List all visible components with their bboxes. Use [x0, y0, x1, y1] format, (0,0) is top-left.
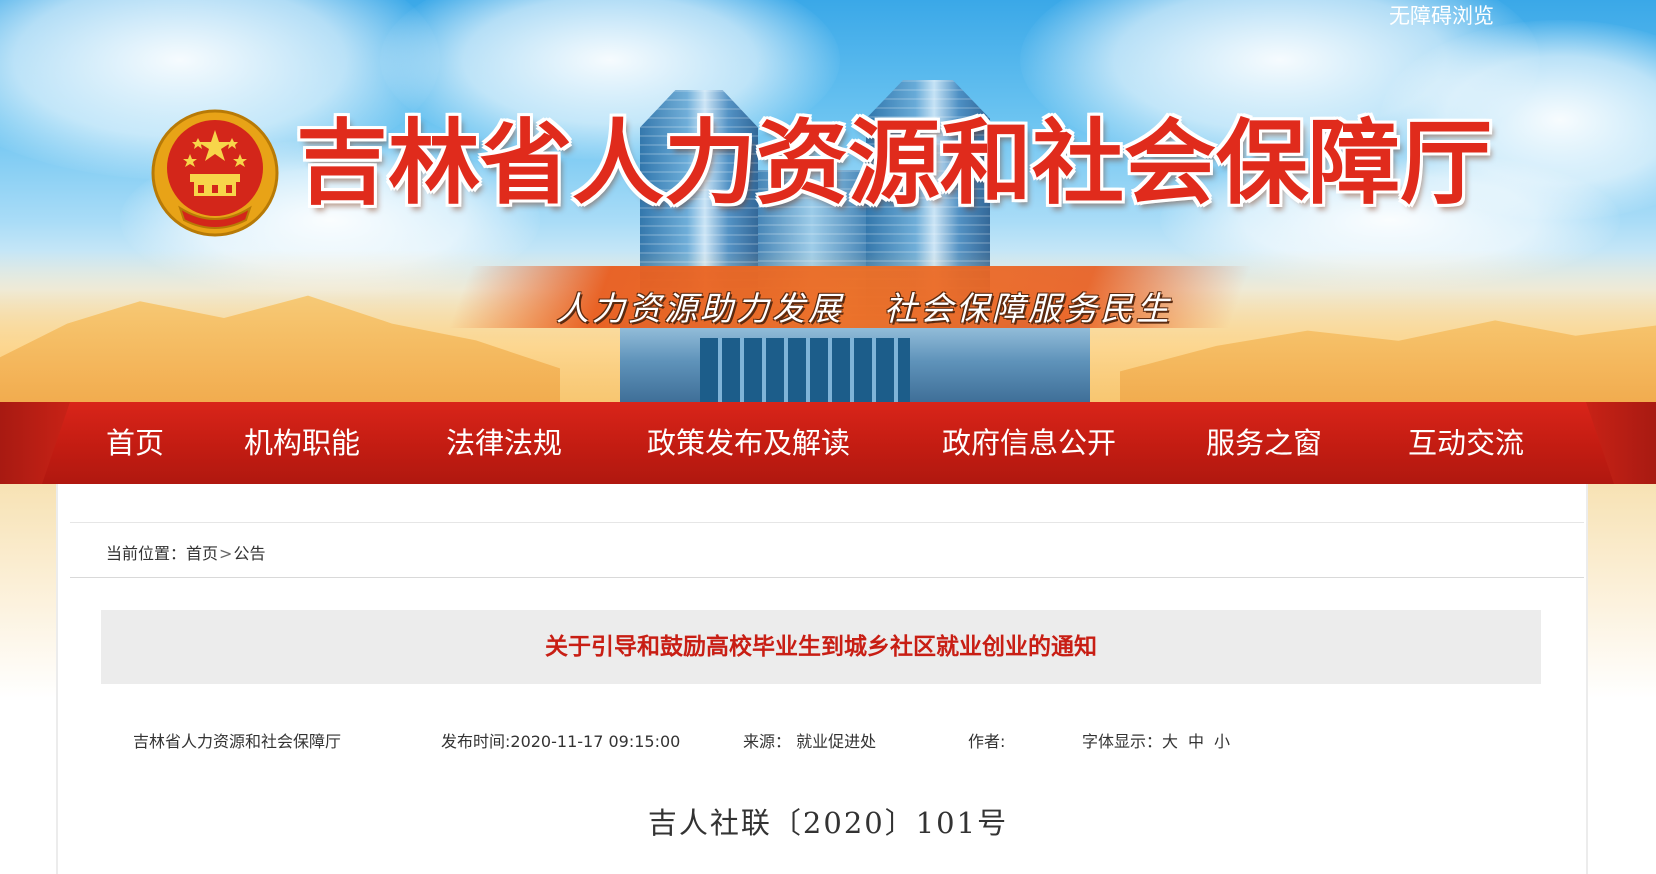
- source-value: 就业促进处: [796, 732, 877, 751]
- nav-item-organization[interactable]: 机构职能: [244, 420, 360, 466]
- accessible-browse-link[interactable]: 无障碍浏览: [1389, 0, 1494, 30]
- article-title-box: 关于引导和鼓励高校毕业生到城乡社区就业创业的通知: [101, 610, 1541, 684]
- nav-wing-left: [0, 402, 70, 484]
- breadcrumb-home-link[interactable]: 首页: [186, 544, 218, 563]
- breadcrumb-current-link[interactable]: 公告: [233, 544, 265, 563]
- nav-item-laws[interactable]: 法律法规: [446, 420, 562, 466]
- slogan-right: 社会保障服务民生: [884, 289, 1172, 328]
- nav-item-policy[interactable]: 政策发布及解读: [647, 420, 850, 466]
- nav-item-gov-info[interactable]: 政府信息公开: [942, 420, 1116, 466]
- source-label: 来源：: [743, 732, 792, 751]
- article-title: 关于引导和鼓励高校毕业生到城乡社区就业创业的通知: [545, 634, 1097, 660]
- site-title: 吉林省人力资源和社会保障厅: [296, 110, 1493, 217]
- building-entrance: [700, 338, 910, 402]
- nav-item-home[interactable]: 首页: [106, 420, 164, 466]
- breadcrumb: 当前位置：首页>公告: [106, 540, 265, 564]
- article-publish-time: 发布时间:2020-11-17 09:15:00: [441, 732, 681, 751]
- main-nav: 首页 机构职能 法律法规 政策发布及解读 政府信息公开 服务之窗 互动交流: [0, 402, 1656, 484]
- font-size-large-button[interactable]: 大: [1162, 732, 1178, 751]
- national-emblem-icon: [151, 109, 279, 237]
- slogan-left: 人力资源助力发展: [556, 289, 844, 328]
- nav-item-services[interactable]: 服务之窗: [1206, 420, 1322, 466]
- article-publisher: 吉林省人力资源和社会保障厅: [133, 732, 342, 751]
- font-size-medium-button[interactable]: 中: [1188, 732, 1204, 751]
- article-author-label: 作者:: [968, 732, 1006, 751]
- breadcrumb-bar: 当前位置：首页>公告: [70, 522, 1584, 578]
- nav-item-interaction[interactable]: 互动交流: [1408, 420, 1524, 466]
- font-size-small-button[interactable]: 小: [1214, 732, 1230, 751]
- breadcrumb-prefix: 当前位置：: [106, 544, 187, 563]
- font-size-switcher: 字体显示：大中小: [1082, 728, 1240, 752]
- breadcrumb-separator: >: [219, 544, 233, 563]
- article-source: 来源： 就业促进处: [743, 728, 876, 752]
- nav-wing-right: [1586, 402, 1656, 484]
- site-slogan: 人力资源助力发展 社会保障服务民生: [556, 282, 1172, 330]
- document-number: 吉人社联〔2020〕101号: [647, 806, 1009, 840]
- font-size-label: 字体显示：: [1082, 732, 1163, 751]
